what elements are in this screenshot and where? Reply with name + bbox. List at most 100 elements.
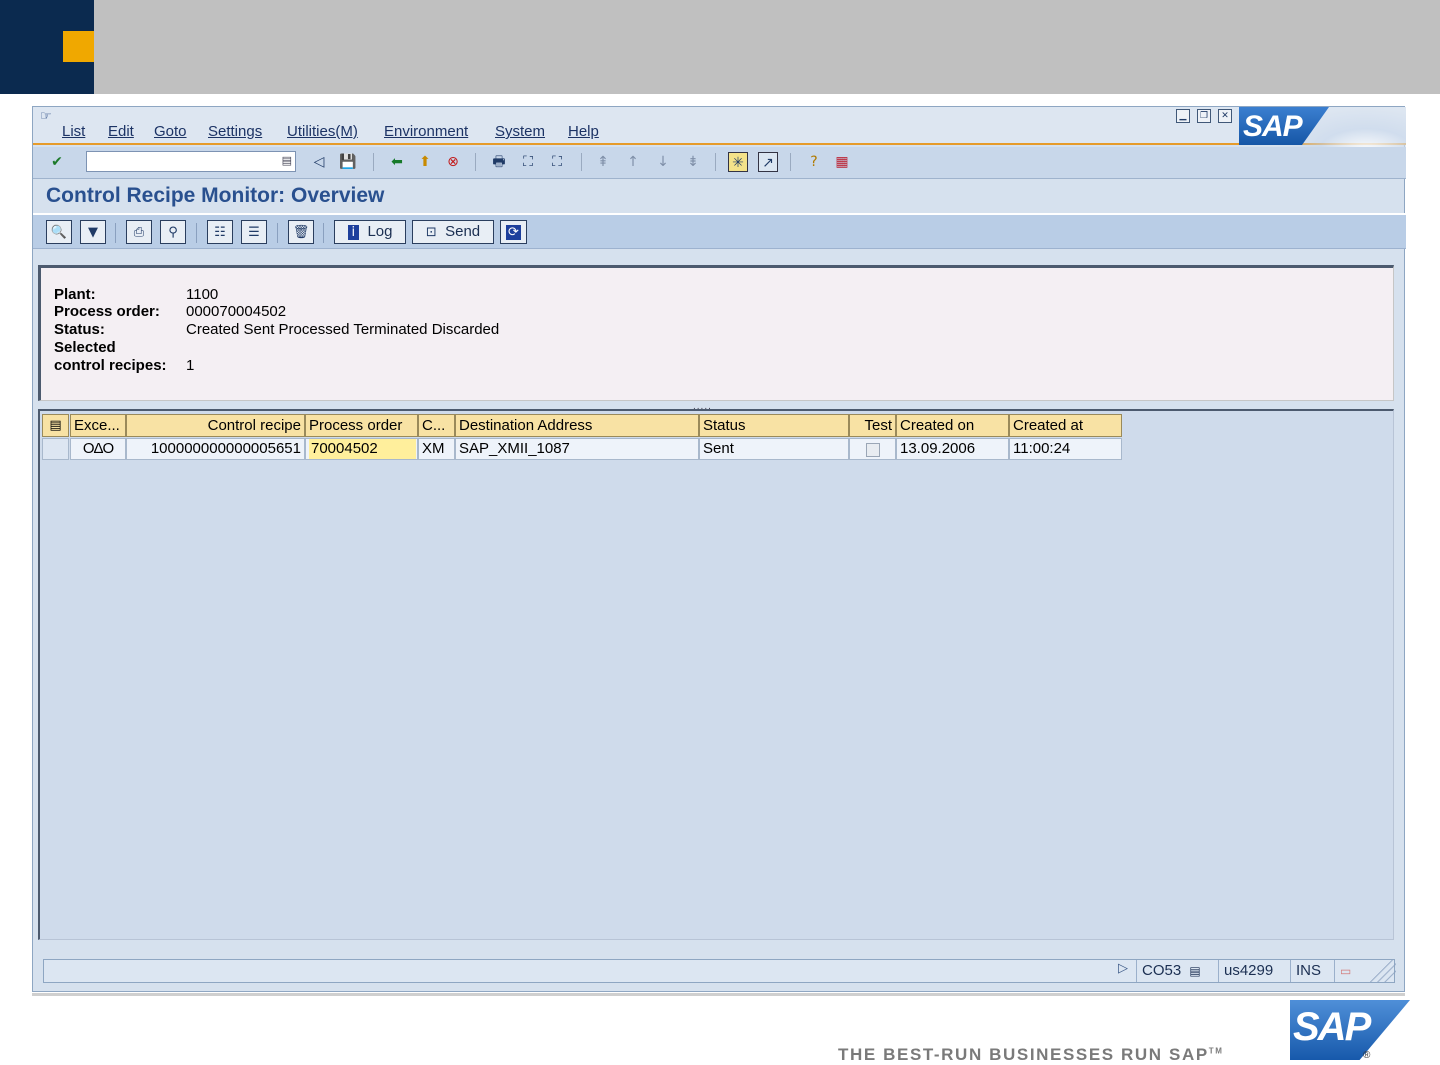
column-header-created-at[interactable]: Created at <box>1009 414 1122 437</box>
set-filter-button[interactable]: ⚲ <box>160 220 186 244</box>
toolbar-separator <box>277 223 278 243</box>
last-page-icon[interactable]: ⇟ <box>683 152 703 172</box>
system-info-icon[interactable]: ▤ <box>1189 964 1200 978</box>
deselect-all-button[interactable]: ☰ <box>241 220 267 244</box>
menu-goto[interactable]: Goto <box>154 123 187 140</box>
menu-help[interactable]: Help <box>568 123 599 140</box>
cell-status[interactable]: Sent <box>699 438 849 460</box>
exception-light-icon: OΔO <box>70 438 126 460</box>
status-transaction: CO53 ▤ <box>1136 960 1218 982</box>
first-page-icon[interactable]: ⇞ <box>593 152 613 172</box>
slide-accent-square <box>63 31 94 62</box>
test-checkbox[interactable] <box>866 443 880 457</box>
column-header-created-on[interactable]: Created on <box>896 414 1009 437</box>
plant-label: Plant: <box>54 286 96 303</box>
column-header-status[interactable]: Status <box>699 414 849 437</box>
restore-icon[interactable]: ❐ <box>1197 109 1211 123</box>
sap-logo-bottom-text: SAP <box>1293 1005 1371 1049</box>
previous-page-icon[interactable]: ↑ <box>623 152 643 172</box>
send-button[interactable]: ⊡ Send <box>412 220 494 244</box>
print-icon[interactable]: 🖶 <box>489 152 509 172</box>
toolbar-separator <box>790 153 791 171</box>
menu-open-icon[interactable]: ☞ <box>40 109 58 124</box>
cell-process-order-value: 70004502 <box>309 439 416 459</box>
security-icon: ▭ <box>1334 960 1370 982</box>
back-arrow-small-icon[interactable]: ◁ <box>309 152 329 172</box>
menu-edit[interactable]: Edit <box>108 123 134 140</box>
next-page-icon[interactable]: ↓ <box>653 152 673 172</box>
details-button[interactable]: 🔍 <box>46 220 72 244</box>
cell-created-on[interactable]: 13.09.2006 <box>896 438 1009 460</box>
cell-process-order[interactable]: 70004502 <box>305 438 418 460</box>
help-icon[interactable]: ? <box>804 152 824 172</box>
slide-header-band <box>0 0 1440 94</box>
save-icon[interactable]: 💾 <box>338 152 358 172</box>
filter-button[interactable]: ▼ <box>80 220 106 244</box>
status-mode: INS <box>1290 960 1334 982</box>
control-recipes-count: 1 <box>186 357 195 374</box>
cancel-icon[interactable]: ⊗ <box>443 152 463 172</box>
toolbar-separator <box>115 223 116 243</box>
enter-icon[interactable]: ✔ <box>47 152 67 172</box>
page-title: Control Recipe Monitor: Overview <box>46 184 385 207</box>
log-button[interactable]: i Log <box>334 220 406 244</box>
minimize-icon[interactable]: ▁ <box>1176 109 1190 123</box>
column-header-test[interactable]: Test <box>849 414 896 437</box>
layout-menu-icon[interactable]: ▦ <box>832 152 852 172</box>
menu-list[interactable]: List <box>62 123 85 140</box>
column-header-destination[interactable]: Destination Address <box>455 414 699 437</box>
column-header-category[interactable]: C... <box>418 414 455 437</box>
column-header-control-recipe[interactable]: Control recipe <box>126 414 305 437</box>
close-window-icon[interactable]: ✕ <box>1218 109 1232 123</box>
select-all-button[interactable]: ☷ <box>207 220 233 244</box>
sap-logo-top-text: SAP <box>1243 110 1303 143</box>
cell-control-recipe[interactable]: 100000000000005651 <box>126 438 305 460</box>
menu-utilities[interactable]: Utilities(M) <box>287 123 358 140</box>
toolbar-separator <box>475 153 476 171</box>
sap-tagline: THE BEST-RUN BUSINESSES RUN SAPTM <box>838 1045 1224 1064</box>
process-order-label: Process order: <box>54 303 160 320</box>
menu-environment[interactable]: Environment <box>384 123 468 140</box>
cell-destination[interactable]: SAP_XMII_1087 <box>455 438 699 460</box>
control-recipe-grid: ▤ Exce... Control recipe Process order C… <box>38 409 1394 940</box>
menu-bar: ☞ List Edit Goto Settings Utilities(M) E… <box>33 107 1406 179</box>
delete-button[interactable]: 🗑 <box>288 220 314 244</box>
sap-gui-window: ☞ List Edit Goto Settings Utilities(M) E… <box>32 106 1406 992</box>
cell-test <box>849 438 896 460</box>
command-history-icon[interactable]: ▤ <box>282 154 292 167</box>
status-expand-icon[interactable]: ▷ <box>1118 961 1128 976</box>
process-order-value: 000070004502 <box>186 303 287 320</box>
cell-category[interactable]: XM <box>418 438 455 460</box>
resize-grip-icon[interactable] <box>1370 960 1396 982</box>
cell-created-at[interactable]: 11:00:24 <box>1009 438 1122 460</box>
row-selector[interactable] <box>42 438 69 460</box>
application-toolbar: 🔍 ▼ ⎙ ⚲ ☷ ☰ 🗑 i Log ⊡ Send ⟳ <box>33 215 1406 249</box>
create-shortcut-icon[interactable]: ↗ <box>758 152 778 172</box>
status-server: us4299 <box>1218 960 1290 982</box>
toolbar-separator <box>715 153 716 171</box>
bottom-divider <box>32 993 1405 996</box>
select-all-cells-icon[interactable]: ▤ <box>42 414 69 437</box>
status-label: Status: <box>54 321 105 338</box>
refresh-icon: ⟳ <box>506 225 521 240</box>
toolbar-separator <box>373 153 374 171</box>
info-icon: i <box>347 225 360 240</box>
status-value: Created Sent Processed Terminated Discar… <box>186 321 500 338</box>
selection-info-panel: Plant: 1100 Process order: 000070004502 … <box>38 265 1394 401</box>
command-field[interactable]: ▤ <box>86 151 296 172</box>
back-icon[interactable]: ⬅ <box>387 152 407 172</box>
print-preview-button[interactable]: ⎙ <box>126 220 152 244</box>
selected-label: Selected <box>54 339 116 356</box>
toolbar-separator <box>323 223 324 243</box>
create-session-icon[interactable]: ✳ <box>728 152 748 172</box>
menu-system[interactable]: System <box>495 123 545 140</box>
find-icon[interactable]: ⛶ <box>518 152 538 172</box>
exit-icon[interactable]: ⬆ <box>415 152 435 172</box>
column-header-exception[interactable]: Exce... <box>70 414 126 437</box>
status-bar: ▷ CO53 ▤ us4299 INS ▭ <box>43 959 1396 983</box>
column-header-process-order[interactable]: Process order <box>305 414 418 437</box>
registered-mark: ® <box>1363 1050 1371 1061</box>
menu-settings[interactable]: Settings <box>208 123 262 140</box>
find-next-icon[interactable]: ⛶ <box>547 152 567 172</box>
refresh-button[interactable]: ⟳ <box>500 220 527 244</box>
